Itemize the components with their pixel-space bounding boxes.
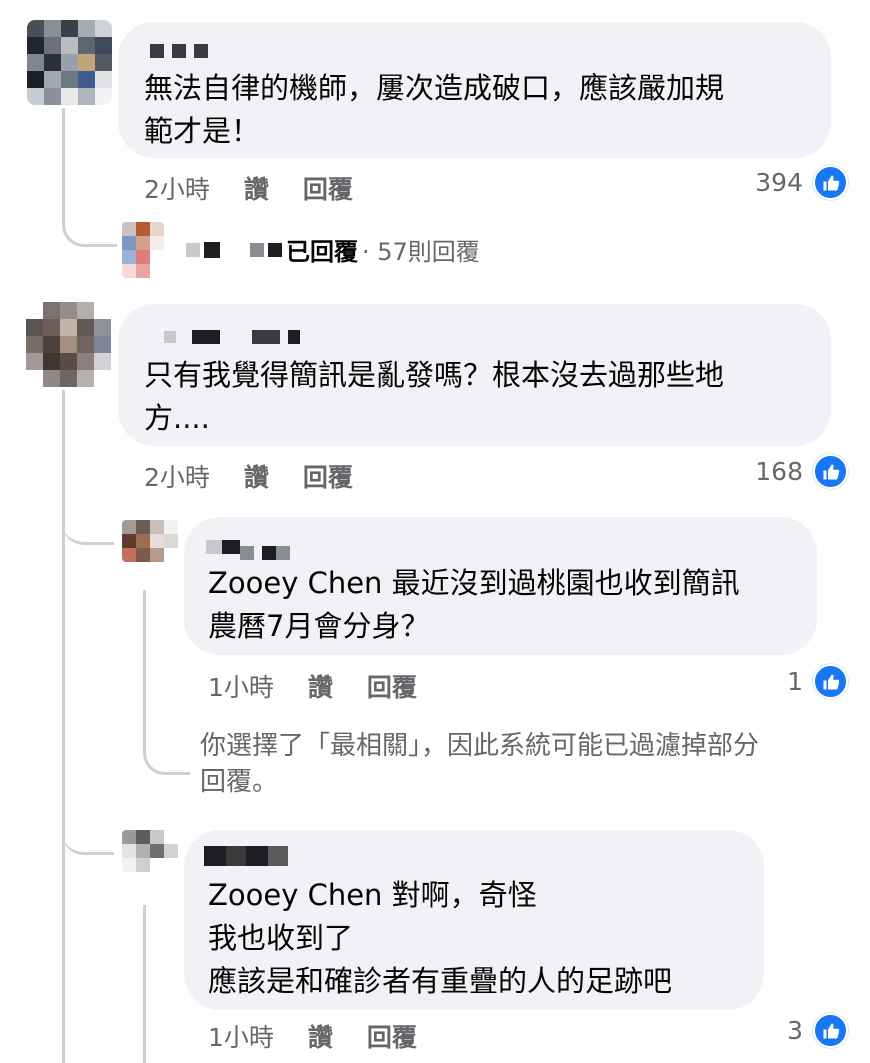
redaction-block — [246, 846, 268, 866]
redaction-block — [186, 242, 200, 257]
thread-curve — [143, 590, 190, 775]
thumbs-up-icon — [813, 1013, 848, 1048]
reaction-count-value: 168 — [755, 457, 803, 486]
filter-note: 你選擇了「最相關」，因此系統可能已過濾掉部分 回覆。 — [200, 731, 760, 797]
redaction-block — [204, 241, 220, 258]
redaction-block — [250, 242, 264, 257]
reaction-count[interactable]: 168 — [755, 454, 848, 489]
redaction-block — [194, 44, 208, 58]
avatar[interactable] — [122, 520, 178, 562]
reply-button[interactable]: 回覆 — [303, 458, 353, 494]
comment-time[interactable]: 2小時 — [144, 170, 210, 206]
reply-meta: 1小時 讚 回覆 — [208, 1018, 451, 1054]
reply-time[interactable]: 1小時 — [208, 1018, 274, 1054]
redaction-block — [262, 546, 276, 560]
redaction-block — [240, 546, 254, 560]
like-button[interactable]: 讚 — [244, 458, 269, 494]
redaction-block — [226, 846, 246, 866]
comment-author[interactable] — [150, 44, 208, 58]
avatar[interactable] — [122, 222, 164, 278]
thumbs-up-icon — [813, 664, 848, 699]
comment-text: 無法自律的機師，屢次造成破口，應該嚴加規 範才是！ — [144, 71, 725, 148]
like-button[interactable]: 讚 — [308, 668, 333, 704]
reply-author[interactable] — [206, 534, 290, 560]
redaction-block — [268, 846, 288, 866]
like-button[interactable]: 讚 — [308, 1018, 333, 1054]
reply-text: Zooey Chen 最近沒到過桃園也收到簡訊 農曆7月會分身？ — [208, 566, 740, 643]
thread-curve — [62, 820, 114, 855]
avatar[interactable] — [27, 20, 112, 105]
thread-line — [62, 390, 65, 1063]
view-replies-link[interactable]: 已回覆 · 57則回覆 — [186, 232, 480, 267]
redaction-block — [276, 546, 290, 560]
redaction-block — [172, 44, 186, 58]
reaction-count-value: 1 — [787, 667, 803, 696]
thread-curve — [62, 510, 114, 545]
reaction-count[interactable]: 3 — [787, 1013, 848, 1048]
redaction-block — [222, 540, 240, 554]
redaction-block — [288, 330, 300, 344]
comment-meta: 2小時 讚 回覆 — [144, 458, 387, 494]
replies-count: · 57則回覆 — [362, 238, 480, 266]
redaction-block — [192, 330, 220, 344]
reply-button[interactable]: 回覆 — [367, 668, 417, 704]
comment-meta: 2小時 讚 回覆 — [144, 170, 387, 206]
redaction-block — [150, 44, 164, 58]
redaction-block — [206, 540, 222, 554]
thumbs-up-icon — [813, 454, 848, 489]
thumbs-up-icon — [813, 165, 848, 200]
reply-meta: 1小時 讚 回覆 — [208, 668, 451, 704]
like-button[interactable]: 讚 — [244, 170, 269, 206]
thread-curve — [62, 200, 117, 247]
comment-author[interactable] — [164, 330, 300, 344]
reaction-count-value: 3 — [787, 1016, 803, 1045]
redaction-block — [204, 846, 226, 866]
reply-time[interactable]: 1小時 — [208, 668, 274, 704]
avatar[interactable] — [26, 302, 111, 387]
redaction-block — [268, 242, 282, 257]
redaction-block — [252, 330, 280, 344]
reply-author[interactable] — [204, 846, 288, 866]
reply-text: Zooey Chen 對啊，奇怪 我也收到了 應該是和確診者有重疊的人的足跡吧 — [208, 878, 673, 998]
comment-text: 只有我覺得簡訊是亂發嗎？根本沒去過那些地 方.... — [144, 358, 725, 435]
reaction-count[interactable]: 1 — [787, 664, 848, 699]
reaction-count[interactable]: 394 — [755, 165, 848, 200]
reply-button[interactable]: 回覆 — [303, 170, 353, 206]
thread-line — [143, 905, 146, 1063]
reaction-count-value: 394 — [755, 168, 803, 197]
avatar[interactable] — [122, 830, 178, 872]
reply-button[interactable]: 回覆 — [367, 1018, 417, 1054]
replies-author-fragment: 已回覆 — [286, 238, 358, 266]
comment-time[interactable]: 2小時 — [144, 458, 210, 494]
redaction-block — [164, 331, 176, 343]
